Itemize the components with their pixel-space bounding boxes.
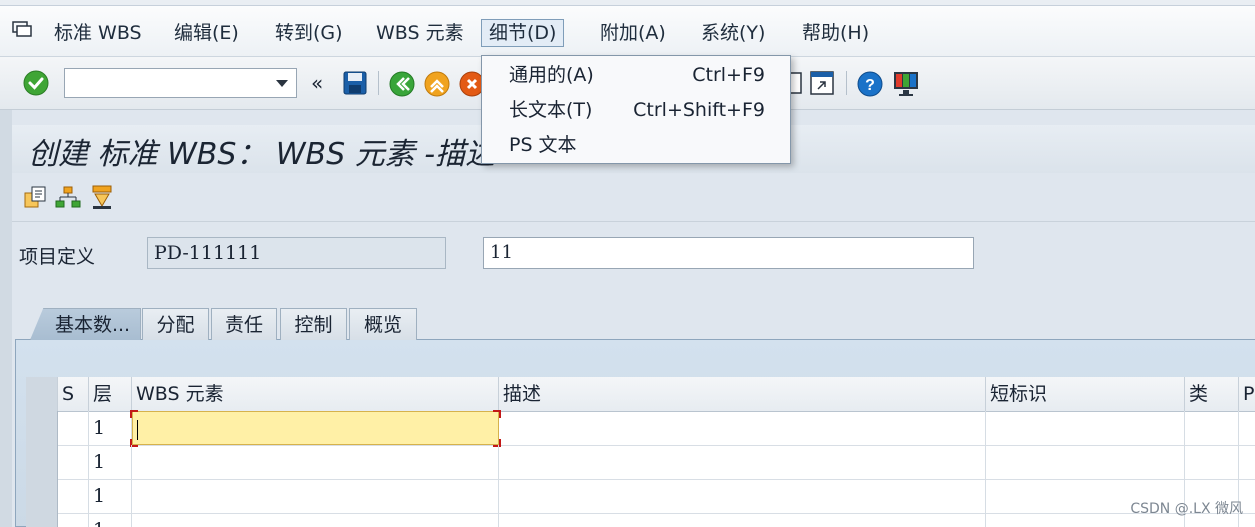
command-field[interactable] [64, 68, 297, 98]
tab-overview[interactable]: 概览 [349, 308, 417, 340]
row-selector[interactable] [26, 479, 58, 513]
menu-item-long-text-shortcut: Ctrl+Shift+F9 [633, 99, 765, 121]
back-icon[interactable] [389, 71, 415, 97]
status-cell[interactable] [58, 445, 89, 479]
menu-bar: 标准 WBS 编辑(E) 转到(G) WBS 元素 细节(D) 附加(A) 系统… [0, 6, 1255, 57]
table-header: S 层 WBS 元素 描述 短标识 类 P [26, 377, 1255, 412]
description-cell[interactable] [499, 411, 986, 445]
project-definition-label: 项目定义 [19, 246, 96, 268]
table-row: 1 [26, 445, 1255, 480]
row-selector[interactable] [26, 513, 58, 527]
column-header-type[interactable]: 类 [1185, 377, 1239, 411]
select-all-corner[interactable] [26, 377, 58, 411]
level-cell[interactable]: 1 [89, 411, 132, 445]
watermark: CSDN @.LX 微风 [1130, 501, 1243, 517]
exit-icon[interactable] [424, 71, 450, 97]
column-header-level[interactable]: 层 [89, 377, 132, 411]
project-definition-field: PD-111111 [147, 237, 446, 269]
column-header-wbs-element[interactable]: WBS 元素 [132, 377, 499, 411]
column-header-s[interactable]: S [58, 377, 89, 411]
type-cell[interactable] [1185, 411, 1239, 445]
status-cell[interactable] [58, 479, 89, 513]
wbs-element-cell[interactable] [132, 479, 499, 513]
type-cell[interactable] [1185, 445, 1239, 479]
row-selector[interactable] [26, 411, 58, 445]
menu-item-general-label: 通用的(A) [509, 64, 594, 86]
level-cell[interactable]: 1 [89, 445, 132, 479]
tab-assignments-label: 分配 [156, 314, 195, 336]
menu-wbs-element[interactable]: WBS 元素 [376, 20, 464, 46]
short-id-cell[interactable] [986, 411, 1185, 445]
column-header-p[interactable]: P [1239, 377, 1255, 411]
wbs-element-input[interactable] [132, 411, 499, 445]
focus-corner [130, 410, 138, 418]
create-session-icon[interactable] [810, 71, 836, 95]
menu-item-general-shortcut: Ctrl+F9 [692, 64, 765, 86]
text-cursor [137, 420, 138, 440]
description-cell[interactable] [499, 513, 986, 527]
application-toolbar [12, 173, 1255, 222]
tab-control-label: 控制 [294, 314, 333, 336]
milestone-icon[interactable] [91, 184, 113, 210]
menu-extras[interactable]: 附加(A) [600, 20, 666, 46]
tab-overview-label: 概览 [363, 314, 402, 336]
menu-item-long-text[interactable]: 长文本(T) Ctrl+Shift+F9 [482, 93, 790, 127]
menu-edit[interactable]: 编辑(E) [174, 20, 239, 46]
table-row: 1 [26, 479, 1255, 514]
customize-layout-icon[interactable] [892, 70, 920, 98]
column-header-short-id[interactable]: 短标识 [986, 377, 1185, 411]
menu-goto[interactable]: 转到(G) [275, 20, 343, 46]
left-frame [0, 110, 12, 527]
command-dropdown-icon[interactable] [276, 80, 288, 87]
wbs-element-cell[interactable] [132, 513, 499, 527]
tab-assignments[interactable]: 分配 [142, 308, 209, 340]
collapse-icon[interactable]: « [311, 71, 323, 95]
short-id-cell[interactable] [986, 445, 1185, 479]
menu-item-long-text-label: 长文本(T) [509, 99, 593, 121]
menu-item-ps-text-label: PS 文本 [509, 134, 577, 156]
status-cell[interactable] [58, 513, 89, 527]
column-header-description[interactable]: 描述 [499, 377, 986, 411]
page-title: 创建 标准 WBS： WBS 元素 -描述 [28, 137, 496, 172]
menu-help[interactable]: 帮助(H) [802, 20, 869, 46]
table-row: 1 [26, 410, 1255, 447]
menu-standard-wbs[interactable]: 标准 WBS [54, 20, 142, 46]
tab-basic-data-label: 基本数... [54, 314, 131, 336]
tab-responsibilities[interactable]: 责任 [211, 308, 277, 340]
status-cell[interactable] [58, 411, 89, 445]
menu-item-general[interactable]: 通用的(A) Ctrl+F9 [482, 58, 790, 92]
description-cell[interactable] [499, 479, 986, 513]
hierarchy-icon[interactable] [55, 185, 81, 209]
tab-responsibilities-label: 责任 [224, 314, 263, 336]
tab-control[interactable]: 控制 [280, 308, 347, 340]
row-selector[interactable] [26, 445, 58, 479]
menu-item-ps-text[interactable]: PS 文本 [482, 128, 790, 162]
svg-text:?: ? [865, 77, 875, 94]
table-row: 1 [26, 513, 1255, 527]
tab-basic-data[interactable]: 基本数... [30, 308, 141, 340]
description-cell[interactable] [499, 445, 986, 479]
help-icon[interactable]: ? [857, 71, 883, 97]
toolbar-separator-2 [846, 71, 847, 95]
menu-details[interactable]: 细节(D) [481, 19, 565, 47]
level-cell[interactable]: 1 [89, 513, 132, 527]
confirm-check-icon[interactable] [23, 70, 49, 96]
copy-element-icon[interactable] [23, 185, 47, 209]
menu-app-icon[interactable] [12, 21, 34, 39]
level-cell[interactable]: 1 [89, 479, 132, 513]
project-description-field[interactable]: 11 [483, 237, 974, 269]
save-icon[interactable] [343, 71, 367, 95]
wbs-element-cell[interactable] [132, 445, 499, 479]
toolbar-separator [378, 71, 379, 95]
menu-system[interactable]: 系统(Y) [701, 20, 765, 46]
details-dropdown-menu: 通用的(A) Ctrl+F9 长文本(T) Ctrl+Shift+F9 PS 文… [481, 55, 791, 164]
wbs-element-table: S 层 WBS 元素 描述 短标识 类 P 1 1 1 [26, 377, 1255, 527]
